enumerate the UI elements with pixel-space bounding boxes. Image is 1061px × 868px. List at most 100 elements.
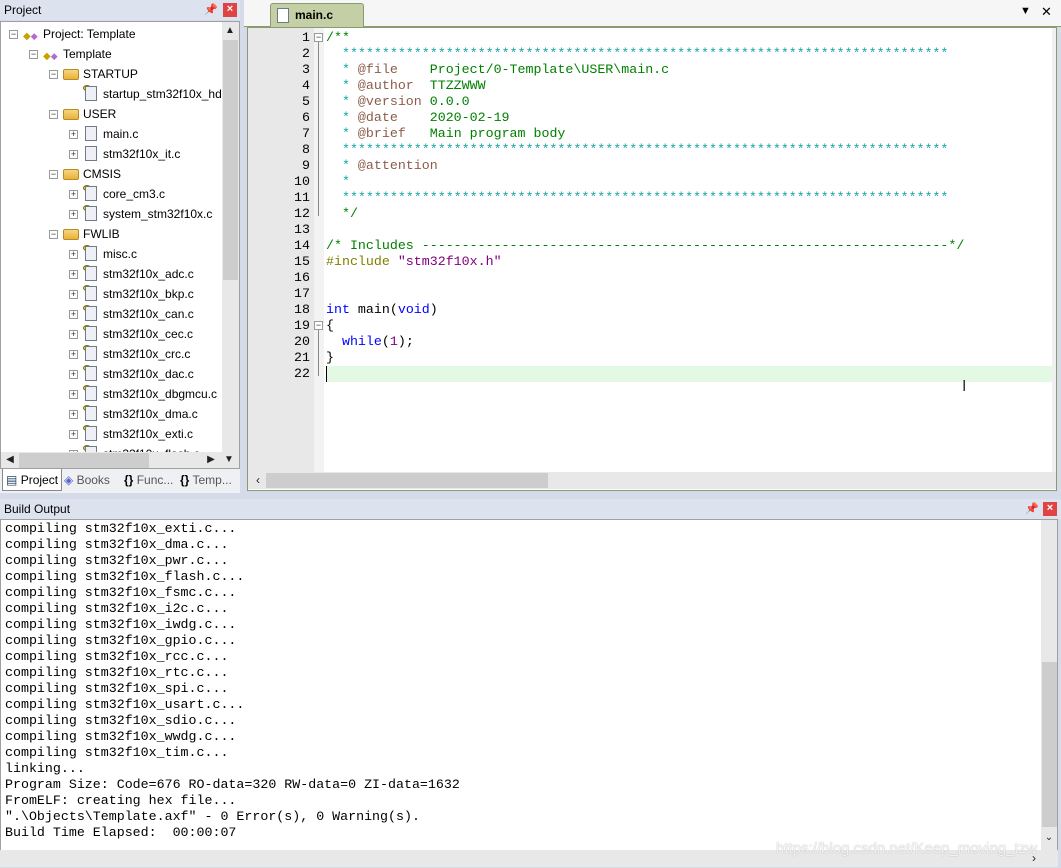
tree-item[interactable]: + stm32f10x_it.c [1,144,239,164]
tree-item[interactable]: + stm32f10x_dbgmcu.c [1,384,239,404]
line-number: 14 [294,238,310,253]
tab-main-c[interactable]: main.c [270,3,364,27]
tree-item[interactable]: + stm32f10x_bkp.c [1,284,239,304]
build-vertical-scrollbar[interactable]: ⌄ [1041,520,1057,850]
current-line-highlight [326,366,1052,382]
collapse-icon[interactable]: − [9,30,18,39]
tree-item[interactable]: − CMSIS [1,164,239,184]
source-file-icon [85,286,97,301]
scroll-thumb[interactable] [266,473,548,488]
fold-toggle-icon[interactable]: − [314,33,323,42]
close-tab-button[interactable]: ✕ [1041,4,1052,20]
code-line: { [326,318,334,333]
build-output-line: compiling stm32f10x_spi.c... [5,681,229,696]
tree-item[interactable]: + misc.c [1,244,239,264]
tree-item-label: stm32f10x_can.c [103,307,194,321]
expand-icon[interactable]: + [69,350,78,359]
tab-project[interactable]: ▤ Project [2,469,63,491]
expand-icon[interactable]: + [69,310,78,319]
scroll-left-arrow[interactable]: ◀ [2,452,18,468]
line-number: 22 [294,366,310,381]
build-output-line: compiling stm32f10x_pwr.c... [5,553,229,568]
expand-icon[interactable]: + [69,210,78,219]
folder-icon [63,169,79,180]
tree-item[interactable]: − USER [1,104,239,124]
expand-icon[interactable]: + [69,330,78,339]
tree-item[interactable]: − FWLIB [1,224,239,244]
tree-item[interactable]: + stm32f10x_exti.c [1,424,239,444]
source-file-icon [85,86,97,101]
code-line: ****************************************… [326,46,949,61]
tree-item[interactable]: − STARTUP [1,64,239,84]
editor-horizontal-scrollbar[interactable]: ‹ [248,472,1056,489]
scroll-thumb[interactable] [223,40,238,280]
build-output-line: ".\Objects\Template.axf" - 0 Error(s), 0… [5,809,420,824]
build-output-line: compiling stm32f10x_exti.c... [5,521,237,536]
close-build-output-button[interactable]: × [1043,502,1057,516]
expand-icon[interactable]: + [69,130,78,139]
tree-item[interactable]: − ◆◆ Template [1,44,239,64]
tree-item[interactable]: − ◆◆ Project: Template [1,24,239,44]
tab-dropdown-button[interactable]: ▼ [1020,5,1031,17]
scroll-left-arrow[interactable]: ‹ [250,472,266,488]
tab-templates[interactable]: {} Temp... [180,469,232,491]
collapse-icon[interactable]: − [49,70,58,79]
expand-icon[interactable]: + [69,190,78,199]
folder-icon [63,69,79,80]
tree-item[interactable]: + stm32f10x_crc.c [1,344,239,364]
code-line: */ [326,206,358,221]
expand-icon[interactable]: + [69,270,78,279]
build-output-line: compiling stm32f10x_usart.c... [5,697,245,712]
close-project-panel-button[interactable]: × [223,3,237,17]
tree-horizontal-scrollbar[interactable]: ◀ ▶ ▼ [1,452,239,468]
scroll-thumb[interactable] [19,453,149,468]
source-file-icon [85,186,97,201]
scroll-down-arrow[interactable]: ⌄ [1041,830,1057,846]
tab-functions[interactable]: {} Func... [124,469,173,491]
tree-item[interactable]: + system_stm32f10x.c [1,204,239,224]
collapse-icon[interactable]: − [29,50,38,59]
tree-item[interactable]: + main.c [1,124,239,144]
tree-item[interactable]: + core_cm3.c [1,184,239,204]
expand-icon[interactable]: + [69,430,78,439]
collapse-icon[interactable]: − [49,230,58,239]
tree-item[interactable]: + stm32f10x_dac.c [1,364,239,384]
source-file-icon [85,326,97,341]
line-number: 13 [294,222,310,237]
tab-books[interactable]: ◈ Books [64,469,110,491]
source-file-icon [85,126,97,141]
tree-vertical-scrollbar[interactable]: ▲ [222,22,239,452]
expand-icon[interactable]: + [69,250,78,259]
fold-toggle-icon[interactable]: − [314,321,323,330]
tree-item[interactable]: + stm32f10x_dma.c [1,404,239,424]
expand-icon[interactable]: + [69,390,78,399]
build-output-line: compiling stm32f10x_flash.c... [5,569,245,584]
tree-item[interactable]: + stm32f10x_cec.c [1,324,239,344]
scroll-down-arrow[interactable]: ▼ [221,452,237,468]
collapse-icon[interactable]: − [49,110,58,119]
expand-icon[interactable]: + [69,410,78,419]
expand-icon[interactable]: + [69,150,78,159]
code-line: } [326,350,334,365]
scroll-right-arrow[interactable]: ▶ [203,452,219,468]
tree-item[interactable]: + stm32f10x_adc.c [1,264,239,284]
scroll-thumb[interactable] [1042,662,1057,827]
collapse-icon[interactable]: − [49,170,58,179]
file-icon [277,8,289,23]
tree-item-label: stm32f10x_adc.c [103,267,194,281]
build-output-line: compiling stm32f10x_dma.c... [5,537,229,552]
source-file-icon [85,306,97,321]
tree-item[interactable]: startup_stm32f10x_hd.s [1,84,239,104]
expand-icon[interactable]: + [69,370,78,379]
pin-icon[interactable]: 📌 [1025,502,1039,515]
scroll-up-arrow[interactable]: ▲ [222,23,238,39]
build-output-log[interactable]: compiling stm32f10x_exti.c... compiling s… [0,519,1058,851]
code-line: * @date 2020-02-19 [326,110,510,125]
build-output-line: linking... [5,761,85,776]
expand-icon[interactable]: + [69,290,78,299]
source-file-icon [85,206,97,221]
code-line: #include "stm32f10x.h" [326,254,502,269]
tree-item[interactable]: + stm32f10x_can.c [1,304,239,324]
code-editor[interactable]: 1−/** 2 *********************************… [247,27,1057,491]
tree-item-label: FWLIB [83,227,120,241]
